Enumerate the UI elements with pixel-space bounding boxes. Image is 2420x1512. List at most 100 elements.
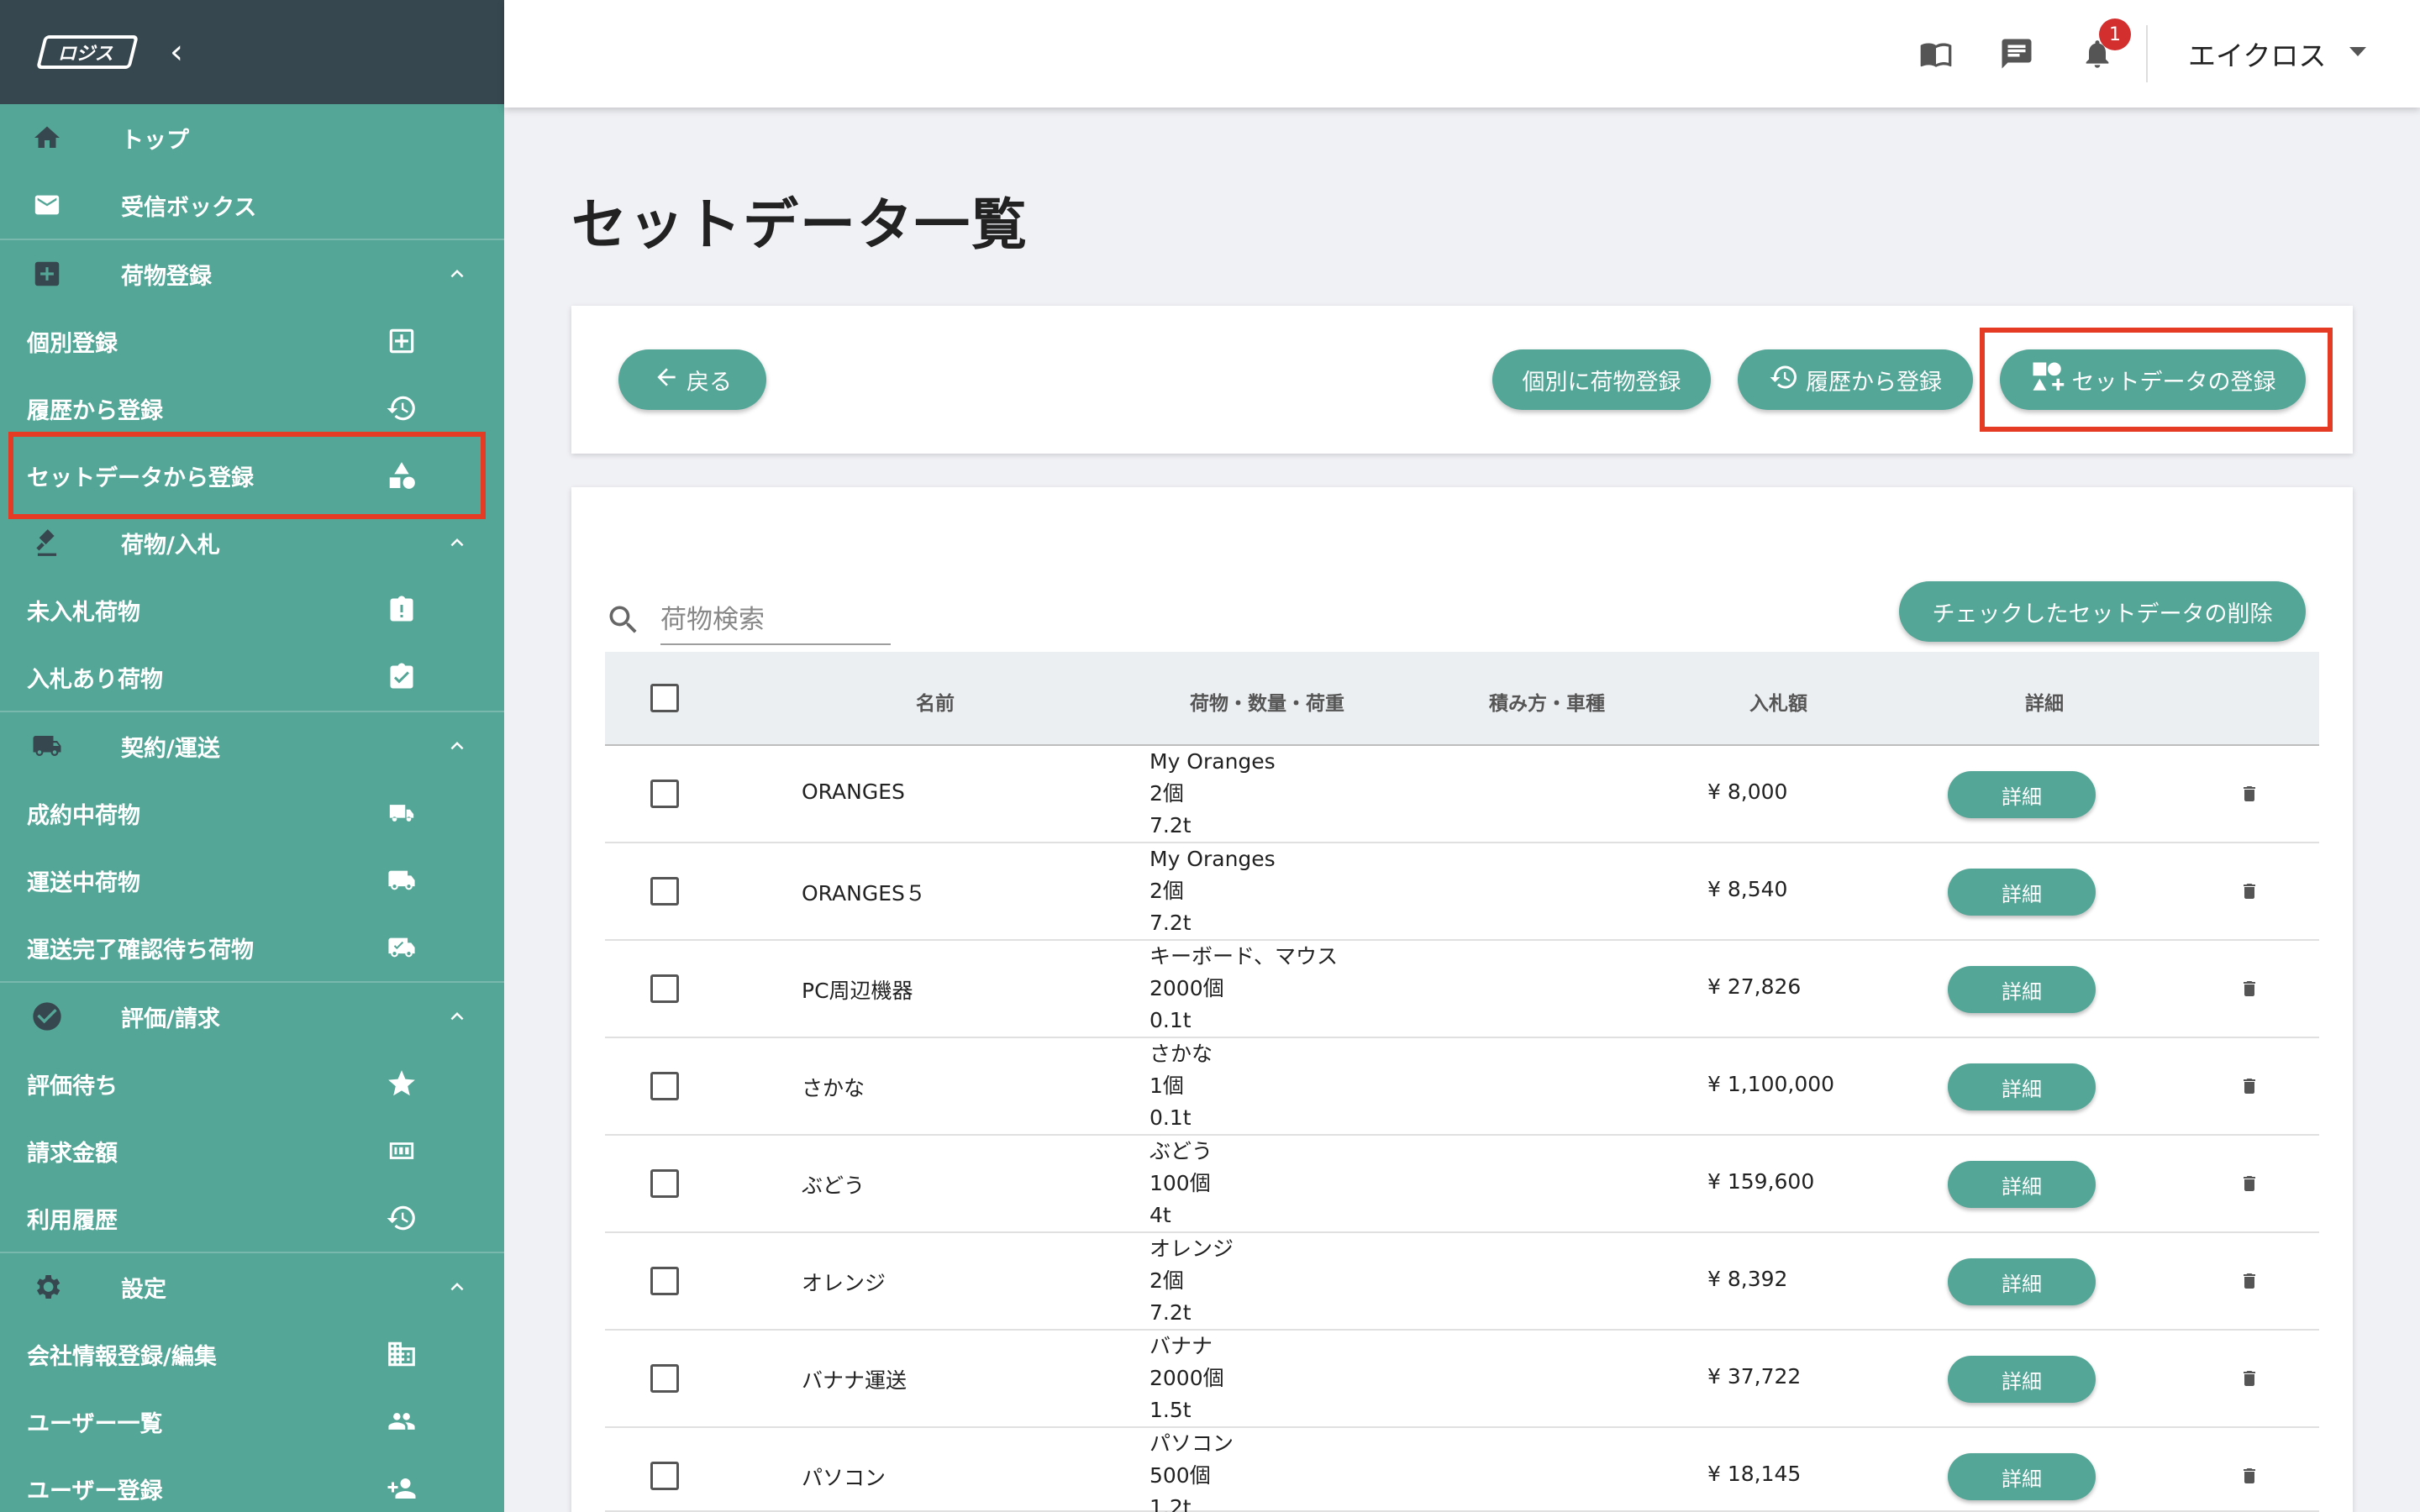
- sidebar-item-individual-register[interactable]: 個別登録: [0, 307, 504, 375]
- table-row: ぶどう ぶどう 100個 4t ¥ 159,600 詳細: [605, 1136, 2319, 1233]
- sidebar-item-user-list[interactable]: ユーザー一覧: [0, 1388, 504, 1455]
- row-checkbox[interactable]: [650, 1169, 679, 1198]
- trash-icon[interactable]: [2235, 1364, 2264, 1393]
- row-cargo-info: My Oranges 2個 7.2t: [1150, 746, 1276, 842]
- row-cargo-name: パソコン: [1150, 1431, 1234, 1456]
- row-checkbox[interactable]: [650, 974, 679, 1003]
- chevron-up-icon[interactable]: [440, 257, 474, 291]
- user-menu-name[interactable]: エイクロス: [2188, 34, 2326, 74]
- trash-icon[interactable]: [2235, 1267, 2264, 1295]
- sidebar-section-cargo-bid[interactable]: 荷物/入札: [0, 509, 504, 576]
- users-icon: [383, 1403, 420, 1440]
- chat-icon[interactable]: [1996, 34, 2037, 74]
- row-price: ¥ 18,145: [1707, 1462, 1802, 1486]
- chevron-up-icon[interactable]: [440, 1000, 474, 1033]
- sidebar-item-label: 個別登録: [27, 330, 118, 357]
- chevron-up-icon[interactable]: [440, 526, 474, 559]
- sidebar-item-in-transit-cargo[interactable]: 運送中荷物: [0, 847, 504, 914]
- select-all-checkbox[interactable]: [650, 684, 679, 712]
- trash-icon[interactable]: [2235, 974, 2264, 1003]
- individual-register-button[interactable]: 個別に荷物登録: [1492, 349, 1711, 410]
- row-price: ¥ 1,100,000: [1707, 1072, 1835, 1096]
- caret-down-icon[interactable]: [2349, 47, 2366, 56]
- row-price: ¥ 8,540: [1707, 877, 1788, 901]
- column-header-name[interactable]: 名前: [916, 687, 955, 716]
- row-detail-button[interactable]: 詳細: [1948, 1453, 2096, 1500]
- row-checkbox[interactable]: [650, 780, 679, 808]
- table-row: オレンジ オレンジ 2個 7.2t ¥ 8,392 詳細: [605, 1233, 2319, 1331]
- gavel-icon: [29, 524, 66, 561]
- sidebar-section-contract-transport[interactable]: 契約/運送: [0, 712, 504, 780]
- row-checkbox[interactable]: [650, 1072, 679, 1100]
- row-detail-button[interactable]: 詳細: [1948, 966, 2096, 1013]
- mail-icon: [29, 186, 66, 223]
- sidebar-item-user-register[interactable]: ユーザー登録: [0, 1455, 504, 1512]
- history-icon: [383, 390, 420, 427]
- history-icon: [1769, 362, 1799, 398]
- chevron-up-icon[interactable]: [440, 1270, 474, 1304]
- row-detail-button[interactable]: 詳細: [1948, 1356, 2096, 1403]
- column-header-price[interactable]: 入札額: [1749, 687, 1807, 716]
- trash-icon[interactable]: [2235, 1169, 2264, 1198]
- sidebar-item-company-info[interactable]: 会社情報登録/編集: [0, 1320, 504, 1388]
- sidebar-item-awaiting-review[interactable]: 評価待ち: [0, 1050, 504, 1117]
- sidebar-item-top[interactable]: トップ: [0, 104, 504, 171]
- sidebar-item-label: 会社情報登録/編集: [27, 1343, 217, 1370]
- column-header-loading[interactable]: 積み方・車種: [1489, 687, 1605, 716]
- sidebar: ロジス ‹ トップ 受信ボックス 荷物登録 個別登録 履歴から登録 セットデータ…: [0, 0, 504, 1512]
- back-button-label: 戻る: [687, 369, 732, 396]
- add-square-icon: [383, 323, 420, 360]
- row-cargo-name: ぶどう: [1150, 1139, 1213, 1163]
- chevron-up-icon[interactable]: [440, 729, 474, 763]
- sidebar-item-label: ユーザー登録: [27, 1478, 163, 1504]
- search-input[interactable]: [660, 596, 891, 645]
- sidebar-item-billing-amount[interactable]: 請求金額: [0, 1117, 504, 1184]
- row-cargo-info: バナナ 2000個 1.5t: [1150, 1331, 1224, 1426]
- row-cargo-info: パソコン 500個 1.2t: [1150, 1428, 1234, 1512]
- manual-book-icon[interactable]: [1916, 34, 1956, 74]
- sidebar-header: ロジス ‹: [0, 0, 504, 104]
- row-detail-button[interactable]: 詳細: [1948, 1258, 2096, 1305]
- sidebar-item-label: 未入札荷物: [27, 599, 140, 626]
- row-cargo-qty: 100個: [1150, 1171, 1211, 1195]
- table-row: ORANGES５ My Oranges 2個 7.2t ¥ 8,540 詳細: [605, 843, 2319, 941]
- sidebar-section-settings[interactable]: 設定: [0, 1253, 504, 1320]
- star-icon: [383, 1065, 420, 1102]
- trash-icon[interactable]: [2235, 877, 2264, 906]
- row-detail-button[interactable]: 詳細: [1948, 869, 2096, 916]
- trash-icon[interactable]: [2235, 780, 2264, 808]
- sidebar-item-unbid-cargo[interactable]: 未入札荷物: [0, 576, 504, 643]
- row-detail-button[interactable]: 詳細: [1948, 1161, 2096, 1208]
- row-cargo-name: バナナ: [1150, 1334, 1213, 1358]
- row-checkbox[interactable]: [650, 877, 679, 906]
- row-checkbox[interactable]: [650, 1364, 679, 1393]
- sidebar-section-cargo-register[interactable]: 荷物登録: [0, 240, 504, 307]
- trash-icon[interactable]: [2235, 1462, 2264, 1490]
- row-price: ¥ 8,000: [1707, 780, 1788, 804]
- delete-checked-button[interactable]: チェックしたセットデータの削除: [1899, 581, 2306, 642]
- sidebar-item-inbox[interactable]: 受信ボックス: [0, 171, 504, 239]
- history-register-button[interactable]: 履歴から登録: [1738, 349, 1973, 410]
- sidebar-item-contracted-cargo[interactable]: 成約中荷物: [0, 780, 504, 847]
- gear-icon: [29, 1268, 66, 1305]
- back-button[interactable]: 戻る: [618, 349, 766, 410]
- sidebar-item-awaiting-completion-cargo[interactable]: 運送完了確認待ち荷物: [0, 914, 504, 981]
- row-name: オレンジ: [802, 1271, 886, 1295]
- trash-icon[interactable]: [2235, 1072, 2264, 1100]
- row-cargo-qty: 500個: [1150, 1463, 1211, 1488]
- row-name: さかな: [802, 1076, 865, 1100]
- add-box-icon: [29, 255, 66, 292]
- collapse-sidebar-icon[interactable]: ‹: [170, 35, 183, 69]
- sidebar-section-review-billing[interactable]: 評価/請求: [0, 983, 504, 1050]
- row-detail-button[interactable]: 詳細: [1948, 771, 2096, 818]
- column-header-cargo[interactable]: 荷物・数量・荷重: [1190, 687, 1344, 716]
- app-logo[interactable]: ロジス: [36, 35, 139, 69]
- row-cargo-weight: 1.2t: [1150, 1495, 1192, 1512]
- row-checkbox[interactable]: [650, 1267, 679, 1295]
- row-checkbox[interactable]: [650, 1462, 679, 1490]
- row-detail-button[interactable]: 詳細: [1948, 1063, 2096, 1110]
- row-cargo-info: キーボード、マウス 2000個 0.1t: [1150, 941, 1338, 1037]
- sidebar-item-usage-history[interactable]: 利用履歴: [0, 1184, 504, 1252]
- sidebar-item-bid-cargo[interactable]: 入札あり荷物: [0, 643, 504, 711]
- individual-register-label: 個別に荷物登録: [1522, 369, 1681, 396]
